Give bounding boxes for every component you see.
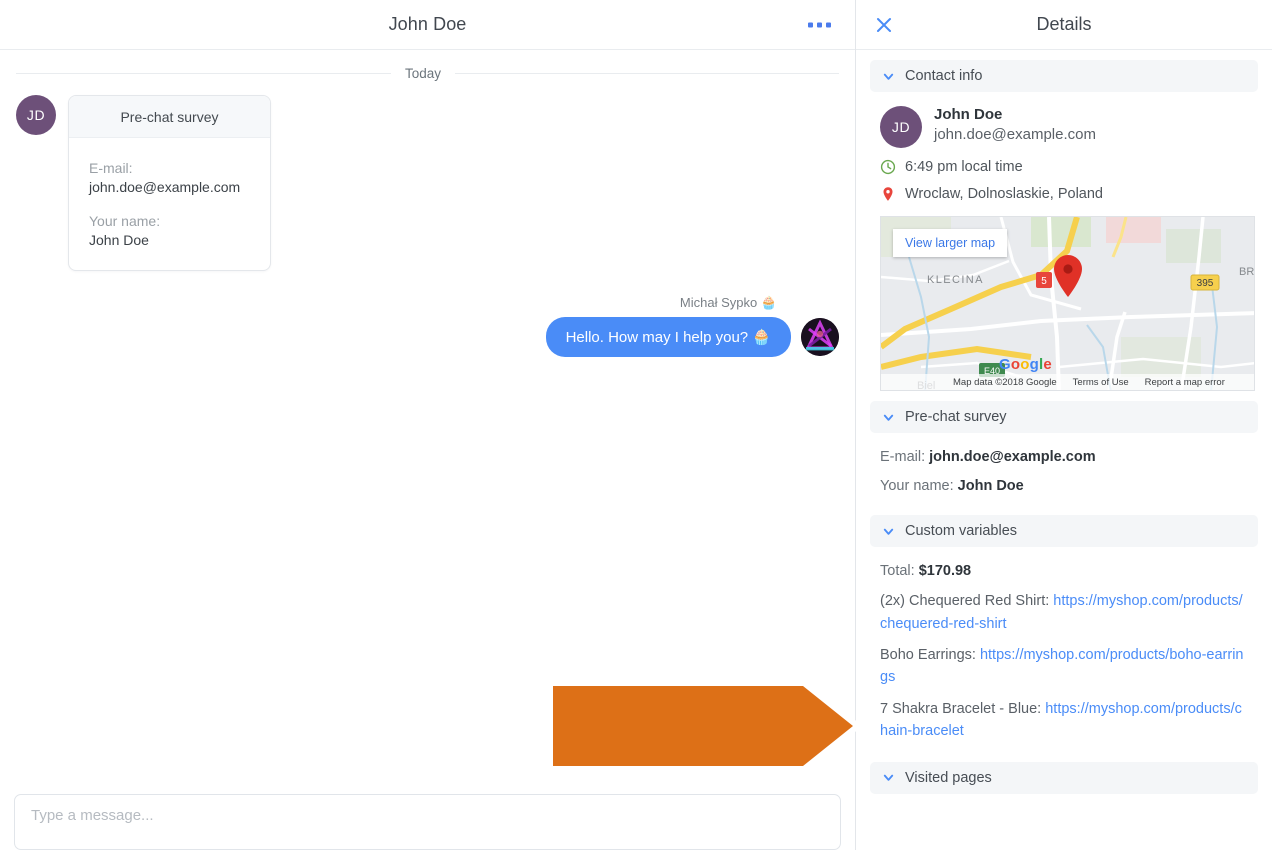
location-map[interactable]: 5 395 E40 KLECINA BR Biel [880, 216, 1255, 391]
avatar [801, 318, 839, 356]
local-time-text: 6:49 pm local time [905, 159, 1023, 175]
app-root: John Doe Today JD Pre-chat survey E-mail… [0, 0, 1272, 850]
message-bubble: Hello. How may I help you? 🧁 [545, 317, 791, 357]
survey-row-value: john.doe@example.com [929, 449, 1096, 465]
survey-field-label: Your name: [89, 213, 161, 229]
details-body[interactable]: Contact info JD John Doe john.doe@exampl… [856, 50, 1272, 850]
page-title: John Doe [388, 14, 467, 34]
cart-total-row: Total: $170.98 [880, 561, 1248, 582]
section-body-contact-info: JD John Doe john.doe@example.com 6:49 pm… [856, 92, 1272, 401]
map-label-br: BR [1239, 266, 1254, 278]
visitor-message-row: JD Pre-chat survey E-mail: john.doe@exam… [16, 95, 839, 271]
agent-message-line: Hello. How may I help you? 🧁 [545, 317, 839, 357]
custom-variable-row: (2x) Chequered Red Shirt: https://myshop… [880, 590, 1248, 635]
chevron-down-icon [883, 775, 894, 782]
section-body-custom-variables: Total: $170.98 (2x) Chequered Red Shirt:… [856, 547, 1272, 762]
map-label-klecina: KLECINA [927, 274, 984, 286]
avatar: JD [16, 95, 56, 135]
map-shield-395: 395 [1190, 274, 1220, 291]
custom-variable-row: 7 Shakra Bracelet - Blue: https://myshop… [880, 698, 1248, 743]
clock-icon [880, 159, 896, 175]
message-input[interactable]: Type a message... [14, 794, 841, 850]
svg-text:5: 5 [1041, 276, 1047, 287]
section-label: Contact info [905, 68, 983, 84]
pre-chat-survey-card-body: E-mail: john.doe@example.com Your name: … [69, 138, 270, 270]
details-pane: Details Contact info JD John Doe john.do… [856, 0, 1272, 850]
map-attribution: Map data ©2018 Google Terms of Use Repor… [881, 374, 1254, 390]
agent-avatar-graphic [801, 318, 839, 356]
survey-row: E-mail: john.doe@example.com [880, 447, 1248, 468]
custom-variable-row: Boho Earrings: https://myshop.com/produc… [880, 644, 1248, 689]
section-header-contact-info[interactable]: Contact info [870, 60, 1258, 92]
custom-variable-label: 7 Shakra Bracelet - Blue: [880, 700, 1042, 717]
close-icon-glyph [877, 17, 891, 32]
section-header-visited-pages[interactable]: Visited pages [870, 761, 1258, 794]
ellipsis-icon[interactable] [802, 16, 837, 33]
section-label: Custom variables [905, 523, 1018, 540]
close-icon[interactable] [870, 11, 898, 39]
chevron-down-icon [883, 414, 894, 421]
details-title: Details [1036, 14, 1092, 34]
section-label: Visited pages [905, 769, 992, 786]
google-watermark: Google [999, 356, 1052, 373]
custom-variable-label: (2x) Chequered Red Shirt: [880, 593, 1050, 610]
section-body-pre-chat-survey: E-mail: john.doe@example.com Your name: … [856, 433, 1272, 515]
contact-text: John Doe john.doe@example.com [934, 106, 1096, 143]
map-data-text: Map data ©2018 Google [953, 376, 1057, 388]
pre-chat-survey-card-title: Pre-chat survey [69, 96, 270, 138]
agent-message-row: Michał Sypko 🧁 Hello. How may I help you… [16, 295, 839, 357]
chevron-down-icon [883, 73, 894, 80]
survey-row-label: E-mail: [880, 449, 926, 465]
section-header-custom-variables[interactable]: Custom variables [870, 515, 1258, 548]
chevron-down-icon [883, 528, 894, 535]
ellipsis-dot [817, 22, 822, 27]
agent-name: Michał Sypko 🧁 [679, 295, 777, 310]
cart-total-value: $170.98 [918, 563, 972, 580]
chat-header: John Doe [0, 0, 855, 50]
cart-total-label: Total: [880, 563, 915, 580]
day-divider: Today [16, 66, 839, 81]
ellipsis-dot [826, 22, 831, 27]
divider-line-right [455, 73, 839, 74]
day-divider-label: Today [405, 66, 442, 81]
chat-pane: John Doe Today JD Pre-chat survey E-mail… [0, 0, 859, 850]
local-time-row: 6:49 pm local time [880, 159, 1248, 175]
survey-row-label: Your name: [880, 478, 954, 495]
contact-email: john.doe@example.com [934, 126, 1096, 143]
pre-chat-survey-card: Pre-chat survey E-mail: john.doe@example… [68, 95, 271, 271]
view-larger-map-button[interactable]: View larger map [893, 229, 1008, 257]
details-header: Details [856, 0, 1272, 50]
survey-field-value: john.doe@example.com [89, 179, 241, 195]
survey-field: E-mail: john.doe@example.com [89, 160, 250, 195]
message-list[interactable]: Today JD Pre-chat survey E-mail: john.do… [0, 50, 855, 782]
section-header-pre-chat-survey[interactable]: Pre-chat survey [870, 401, 1258, 433]
survey-field-value: John Doe [89, 232, 149, 248]
location-pin-icon [883, 187, 893, 201]
contact-summary: JD John Doe john.doe@example.com [880, 106, 1248, 148]
report-map-error-link[interactable]: Report a map error [1145, 377, 1225, 388]
avatar: JD [880, 106, 922, 148]
section-label: Pre-chat survey [905, 409, 1007, 425]
ellipsis-dot [808, 22, 813, 27]
svg-text:395: 395 [1197, 278, 1214, 289]
custom-variable-label: Boho Earrings: [880, 646, 976, 663]
location-row: Wroclaw, Dolnoslaskie, Poland [880, 186, 1248, 202]
message-composer: Type a message... [0, 782, 855, 850]
map-shield-s: 5 [1036, 272, 1052, 288]
survey-row-value: John Doe [957, 478, 1024, 495]
location-text: Wroclaw, Dolnoslaskie, Poland [905, 186, 1103, 202]
survey-row: Your name: John Doe [880, 476, 1248, 497]
contact-name: John Doe [934, 106, 1003, 123]
terms-of-use-link[interactable]: Terms of Use [1073, 377, 1129, 388]
survey-field-label: E-mail: [89, 160, 133, 176]
survey-field: Your name: John Doe [89, 213, 250, 248]
divider-line-left [16, 73, 391, 74]
